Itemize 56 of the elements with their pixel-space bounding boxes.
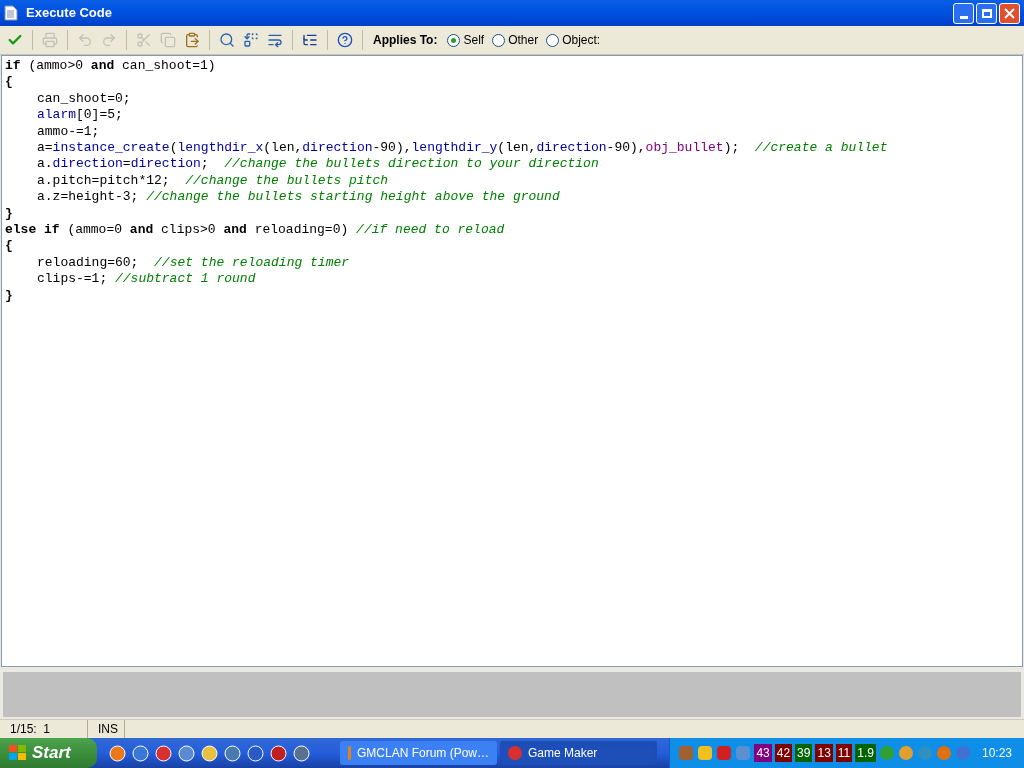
tray-reading: 42 (774, 744, 793, 762)
quick-launch-icon[interactable] (109, 744, 126, 762)
search-icon (219, 32, 235, 48)
quick-launch-icon[interactable] (247, 744, 264, 762)
scissors-icon (136, 32, 152, 48)
quick-launch-icon[interactable] (270, 744, 287, 762)
code-line: clips-=1; //subtract 1 round (37, 271, 256, 288)
restore-button[interactable] (976, 2, 997, 24)
taskbar-button[interactable]: Game Maker (500, 741, 657, 765)
code-line: alarm[0]=5; (37, 107, 123, 124)
tray-reading: 13 (815, 744, 833, 762)
quick-launch-icon[interactable] (178, 744, 195, 762)
radio-option[interactable]: Self (447, 31, 485, 49)
close-icon (1004, 7, 1015, 19)
quick-launch-icon[interactable] (201, 744, 218, 762)
window-title: Execute Code (26, 4, 113, 23)
tray-reading: 39 (795, 744, 813, 762)
redo-icon (101, 32, 117, 48)
code-line: can_shoot=0; (37, 90, 131, 108)
quick-launch-icon[interactable] (224, 744, 241, 762)
quick-launch-icon[interactable] (155, 744, 172, 762)
close-button[interactable] (999, 2, 1020, 24)
code-line: if (ammo>0 and can_shoot=1) (5, 58, 216, 75)
undo-icon (77, 32, 93, 48)
code-line: ammo-=1; (37, 123, 100, 141)
code-line: } (5, 287, 13, 305)
quick-launch-icon[interactable] (293, 744, 310, 762)
code-line: reloading=60; //set the reloading timer (37, 254, 350, 272)
tree-icon (302, 32, 318, 48)
printer-icon (42, 32, 58, 48)
replace-icon (243, 32, 259, 48)
code-line: a.direction=direction; //change the bullets direction to your direction (37, 156, 599, 173)
tray-reading: 1.9 (855, 744, 876, 762)
applies-to-label: Applies To: (373, 32, 438, 49)
tray-reading: 43 (754, 744, 772, 762)
windows-logo-icon (8, 744, 28, 762)
help-icon (337, 32, 353, 48)
code-line: a.z=height-3; //change the bullets starting height above the ground (37, 189, 560, 206)
code-line: a=instance_create(lengthdir_x(len,direction-90),lengthdir_y(len,direction-90),obj_bullet); //create a bullet (37, 140, 888, 157)
code-line: } (5, 205, 13, 223)
taskbar-button[interactable]: GMCLAN Forum (Pow… (340, 741, 497, 765)
copy-icon (160, 32, 176, 48)
clipboard-icon (184, 32, 200, 48)
document-icon (4, 5, 18, 21)
radio-option[interactable]: Object: (546, 31, 601, 49)
minimize-button[interactable] (953, 2, 974, 24)
code-line: { (5, 74, 13, 91)
wrap-text-icon (267, 32, 283, 48)
start-button[interactable]: Start (0, 738, 97, 768)
tray-reading: 11 (835, 744, 853, 762)
code-line: else if (ammo=0 and clips>0 and reloading=0) //if need to reload (5, 222, 505, 239)
clock: 10:23 (981, 745, 1012, 762)
code-line: a.pitch=pitch*12; //change the bullets pitch (37, 172, 389, 190)
quick-launch-icon[interactable] (132, 744, 149, 762)
code-line: { (5, 238, 13, 255)
radio-option[interactable]: Other (492, 31, 539, 49)
